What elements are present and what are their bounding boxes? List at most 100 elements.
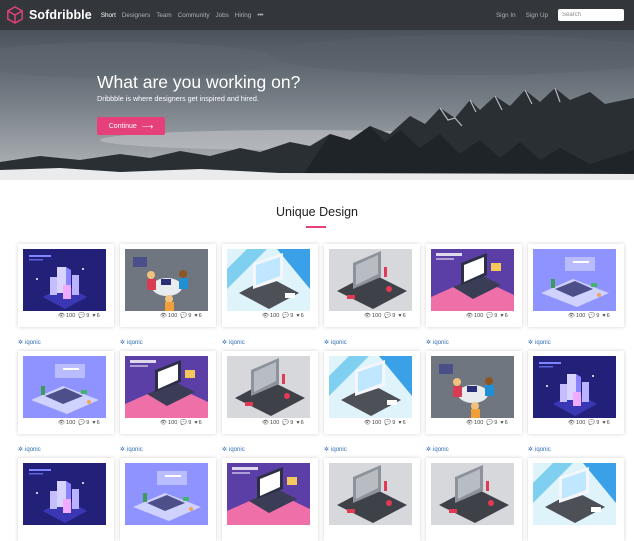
brand-name: Sofdribble bbox=[29, 8, 92, 22]
shot-thumbnail[interactable] bbox=[431, 249, 514, 311]
heart-icon[interactable]: ♥ bbox=[296, 420, 299, 426]
shot-card[interactable] bbox=[120, 458, 216, 541]
shot-card[interactable]: 👁 100 💬 9 ♥ 6 bbox=[528, 351, 624, 434]
sign-in-link[interactable]: Sign In bbox=[496, 12, 516, 19]
nav-link-community[interactable]: Community bbox=[178, 12, 210, 19]
shot-author-link[interactable]: ✲ iqonic bbox=[426, 339, 449, 347]
sign-up-link[interactable]: Sign Up bbox=[526, 12, 548, 19]
heart-icon[interactable]: ♥ bbox=[500, 313, 503, 319]
shot-card[interactable]: 👁 100 💬 9 ♥ 6 bbox=[426, 351, 522, 434]
gear-icon: ✲ bbox=[120, 447, 126, 453]
shot-thumbnail[interactable] bbox=[23, 249, 106, 311]
shot-thumbnail[interactable] bbox=[227, 463, 310, 525]
hero-banner: What are you working on? Dribbble is whe… bbox=[0, 30, 634, 180]
likes-count: 6 bbox=[300, 313, 304, 319]
comments-count: 9 bbox=[494, 420, 498, 426]
shot-card[interactable]: 👁 100 💬 9 ♥ 6 bbox=[528, 244, 624, 327]
shot-thumbnail[interactable] bbox=[533, 463, 616, 525]
shot-thumbnail[interactable] bbox=[329, 463, 412, 525]
eye-icon: 👁 bbox=[262, 420, 269, 426]
views-count: 100 bbox=[167, 420, 178, 426]
shot-thumbnail[interactable] bbox=[125, 249, 208, 311]
shot-thumbnail[interactable] bbox=[227, 249, 310, 311]
shot-card[interactable]: 👁 100 💬 9 ♥ 6 bbox=[324, 244, 420, 327]
heart-icon[interactable]: ♥ bbox=[296, 313, 299, 319]
heart-icon[interactable]: ♥ bbox=[92, 313, 95, 319]
heart-icon[interactable]: ♥ bbox=[92, 420, 95, 426]
shot-stats: 👁 100 💬 9 ♥ 6 bbox=[262, 313, 304, 319]
shot-author-link[interactable]: ✲ iqonic bbox=[18, 339, 41, 347]
shot-card[interactable]: 👁 100 💬 9 ♥ 6 bbox=[120, 244, 216, 327]
nav-link-short[interactable]: Short bbox=[101, 12, 116, 19]
author-name: iqonic bbox=[535, 446, 551, 453]
shot-thumbnail[interactable] bbox=[533, 356, 616, 418]
shot-thumbnail[interactable] bbox=[431, 356, 514, 418]
shot-thumbnail[interactable] bbox=[23, 356, 106, 418]
eye-icon: 👁 bbox=[58, 420, 65, 426]
more-menu-icon[interactable]: ••• bbox=[257, 12, 263, 19]
comments-count: 9 bbox=[290, 420, 294, 426]
heart-icon[interactable]: ♥ bbox=[194, 313, 197, 319]
shot-thumbnail[interactable] bbox=[125, 356, 208, 418]
likes-count: 6 bbox=[96, 420, 100, 426]
comment-icon: 💬 bbox=[588, 420, 596, 426]
shot-author-link[interactable]: ✲ iqonic bbox=[528, 339, 551, 347]
continue-button-label: Continue bbox=[108, 122, 137, 130]
nav-link-jobs[interactable]: Jobs bbox=[215, 12, 228, 19]
shot-card[interactable]: 👁 100 💬 9 ♥ 6 bbox=[18, 244, 114, 327]
nav-link-designers[interactable]: Designers bbox=[122, 12, 150, 19]
heart-icon[interactable]: ♥ bbox=[500, 420, 503, 426]
shot-card[interactable]: 👁 100 💬 9 ♥ 6 bbox=[120, 351, 216, 434]
shot-author-link[interactable]: ✲ iqonic bbox=[528, 446, 551, 454]
shot-card[interactable] bbox=[18, 458, 114, 541]
shot-thumbnail[interactable] bbox=[329, 356, 412, 418]
section-underline bbox=[306, 226, 326, 228]
shot-card[interactable]: 👁 100 💬 9 ♥ 6 bbox=[18, 351, 114, 434]
nav-link-team[interactable]: Team bbox=[156, 12, 171, 19]
heart-icon[interactable]: ♥ bbox=[602, 313, 605, 319]
shot-stats: 👁 100 💬 9 ♥ 6 bbox=[58, 313, 100, 319]
shot-card[interactable]: 👁 100 💬 9 ♥ 6 bbox=[222, 351, 318, 434]
shot-card[interactable]: 👁 100 💬 9 ♥ 6 bbox=[426, 244, 522, 327]
shot-author-link[interactable]: ✲ iqonic bbox=[120, 446, 143, 454]
shot-author-link[interactable]: ✲ iqonic bbox=[222, 339, 245, 347]
shot-card[interactable] bbox=[324, 458, 420, 541]
shot-author-link[interactable]: ✲ iqonic bbox=[120, 339, 143, 347]
gear-icon: ✲ bbox=[324, 340, 330, 346]
shot-thumbnail[interactable] bbox=[125, 463, 208, 525]
shot-author-link[interactable]: ✲ iqonic bbox=[222, 446, 245, 454]
shot-thumbnail[interactable] bbox=[431, 463, 514, 525]
nav-link-hiring[interactable]: Hiring bbox=[235, 12, 251, 19]
author-name: iqonic bbox=[331, 446, 347, 453]
shot-thumbnail[interactable] bbox=[329, 249, 412, 311]
shot-author-link[interactable]: ✲ iqonic bbox=[324, 339, 347, 347]
author-name: iqonic bbox=[331, 339, 347, 346]
heart-icon[interactable]: ♥ bbox=[398, 313, 401, 319]
comment-icon: 💬 bbox=[282, 313, 290, 319]
shot-author-link[interactable]: ✲ iqonic bbox=[324, 446, 347, 454]
author-name: iqonic bbox=[127, 339, 143, 346]
comments-count: 9 bbox=[86, 420, 90, 426]
shot-thumbnail[interactable] bbox=[23, 463, 106, 525]
shot-card[interactable] bbox=[426, 458, 522, 541]
brand-logo[interactable]: Sofdribble bbox=[6, 6, 92, 24]
gear-icon: ✲ bbox=[222, 340, 228, 346]
shot-card[interactable] bbox=[528, 458, 624, 541]
heart-icon[interactable]: ♥ bbox=[398, 420, 401, 426]
shot-author-link[interactable]: ✲ iqonic bbox=[426, 446, 449, 454]
shot-stats: 👁 100 💬 9 ♥ 6 bbox=[568, 313, 610, 319]
comment-icon: 💬 bbox=[180, 313, 188, 319]
heart-icon[interactable]: ♥ bbox=[602, 420, 605, 426]
shot-thumbnail[interactable] bbox=[533, 249, 616, 311]
continue-button[interactable]: Continue ⟶ bbox=[97, 117, 165, 135]
shot-thumbnail[interactable] bbox=[227, 356, 310, 418]
top-navbar: Sofdribble Short Designers Team Community Jo… bbox=[0, 0, 634, 30]
hero-subtitle: Dribbble is where designers get inspired… bbox=[97, 94, 259, 103]
shot-card[interactable]: 👁 100 💬 9 ♥ 6 bbox=[324, 351, 420, 434]
shot-author-link[interactable]: ✲ iqonic bbox=[18, 446, 41, 454]
shot-card[interactable]: 👁 100 💬 9 ♥ 6 bbox=[222, 244, 318, 327]
search-input[interactable] bbox=[558, 9, 624, 21]
eye-icon: 👁 bbox=[568, 313, 575, 319]
heart-icon[interactable]: ♥ bbox=[194, 420, 197, 426]
shot-card[interactable] bbox=[222, 458, 318, 541]
